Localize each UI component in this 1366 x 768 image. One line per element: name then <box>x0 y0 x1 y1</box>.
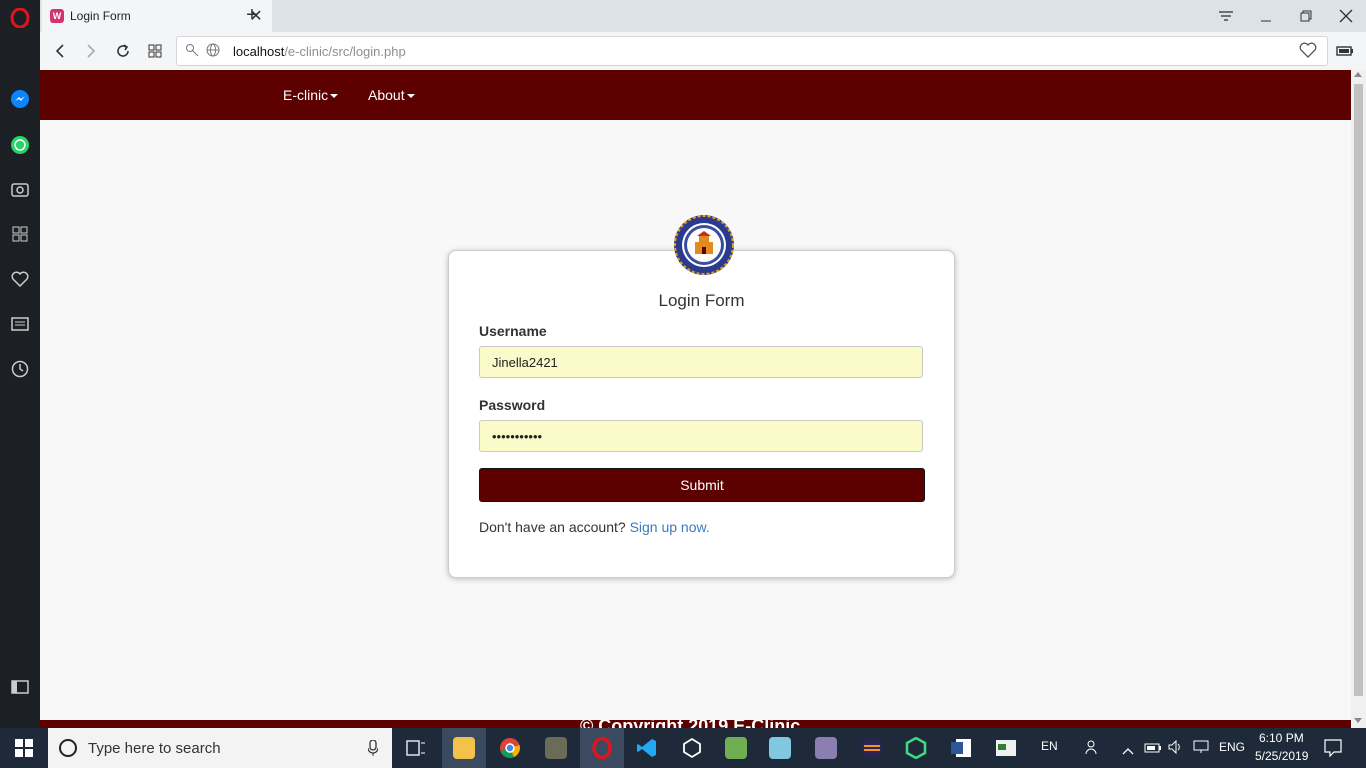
chevron-up-icon[interactable] <box>1122 742 1134 760</box>
battery-icon[interactable] <box>1144 741 1162 759</box>
url-host: localhost <box>233 43 285 59</box>
page-scrollbar[interactable] <box>1351 70 1366 728</box>
cortana-circle-icon <box>58 738 78 758</box>
microphone-icon[interactable] <box>367 739 379 761</box>
signup-prompt: Don't have an account? <box>479 519 626 535</box>
url-path: /e-clinic/src/login.php <box>284 43 406 59</box>
scroll-down-icon[interactable] <box>1354 718 1362 723</box>
clock-date[interactable]: 5/25/2019 <box>1255 749 1308 763</box>
form-title: Login Form <box>658 291 745 310</box>
messenger-icon[interactable] <box>10 89 30 109</box>
heart-icon[interactable] <box>10 269 30 289</box>
whatsapp-icon[interactable] <box>10 135 30 155</box>
restore-icon[interactable] <box>1286 0 1326 32</box>
word-icon[interactable] <box>939 728 983 768</box>
address-bar-row: localhost/e-clinic/src/login.php <box>40 32 1366 71</box>
tab-menu-icon[interactable] <box>1206 0 1246 32</box>
news-icon[interactable] <box>10 314 30 334</box>
opera-taskbar-icon[interactable] <box>580 728 624 768</box>
scroll-thumb[interactable] <box>1354 84 1363 696</box>
opera-sidebar <box>0 0 40 728</box>
nav-eclinic-label: E-clinic <box>283 87 329 103</box>
tool-app-icon[interactable] <box>804 728 848 768</box>
tab-login-form[interactable]: W Login Form ✕ <box>42 0 272 32</box>
input-lang[interactable]: ENG <box>1219 740 1245 754</box>
username-label: Username <box>479 323 547 339</box>
clock-time[interactable]: 6:10 PM <box>1259 731 1304 745</box>
caret-down-icon <box>406 94 415 99</box>
network-icon[interactable] <box>1193 740 1209 759</box>
nav-about-label: About <box>368 87 405 103</box>
unity-icon[interactable] <box>670 728 714 768</box>
nav-eclinic-dropdown[interactable]: E-clinic <box>283 87 339 103</box>
new-tab-button[interactable]: + <box>240 4 264 27</box>
site-favicon-icon: W <box>50 9 64 23</box>
back-icon[interactable] <box>49 40 71 62</box>
notifications-icon[interactable] <box>1324 739 1342 762</box>
eclipse-icon[interactable] <box>850 728 894 768</box>
battery-saver-icon[interactable] <box>1334 40 1356 62</box>
vscode-icon[interactable] <box>625 728 669 768</box>
task-view-icon[interactable] <box>394 728 438 768</box>
opera-logo-icon[interactable] <box>10 8 30 28</box>
close-window-icon[interactable] <box>1326 0 1366 32</box>
key-icon <box>185 43 199 62</box>
scroll-up-icon[interactable] <box>1354 72 1362 77</box>
clinic-logo-icon <box>674 215 734 275</box>
signup-link[interactable]: Sign up now. <box>630 519 710 535</box>
signup-row: Don't have an account? Sign up now. <box>479 519 710 535</box>
globe-icon <box>206 43 220 62</box>
web-page: E-clinic About Login Form Username Jinel… <box>40 70 1351 720</box>
username-input[interactable]: Jinella2421 <box>479 346 923 378</box>
login-card: Login Form Username Jinella2421 Password… <box>448 250 955 578</box>
bookmark-heart-icon[interactable] <box>1299 42 1317 63</box>
url-field[interactable]: localhost/e-clinic/src/login.php <box>176 36 1328 66</box>
reload-icon[interactable] <box>112 40 134 62</box>
password-label: Password <box>479 397 546 413</box>
history-icon[interactable] <box>10 359 30 379</box>
android-studio-icon[interactable] <box>894 728 938 768</box>
file-explorer-icon[interactable] <box>442 728 486 768</box>
people-icon[interactable] <box>1085 739 1101 760</box>
site-footer: © Copyright 2019 E-Clinic <box>40 720 1351 728</box>
submit-button[interactable]: Submit <box>479 468 925 502</box>
site-navbar: E-clinic About <box>40 70 1351 120</box>
tabs-grid-icon[interactable] <box>144 40 166 62</box>
nav-about-dropdown[interactable]: About <box>368 87 415 103</box>
minimize-icon[interactable] <box>1246 0 1286 32</box>
volume-icon[interactable] <box>1168 739 1184 759</box>
caret-down-icon <box>330 94 339 99</box>
tab-title: Login Form <box>70 9 131 23</box>
speed-dial-icon[interactable] <box>10 224 30 244</box>
input-lang-short[interactable]: EN <box>1041 739 1058 753</box>
chrome-icon[interactable] <box>488 728 532 768</box>
sidebar-toggle-icon[interactable] <box>10 677 30 697</box>
forward-icon[interactable] <box>80 40 102 62</box>
notepad-app-icon[interactable] <box>758 728 802 768</box>
taskbar-search-box[interactable]: Type here to search <box>48 728 392 768</box>
password-input[interactable]: ••••••••••• <box>479 420 923 452</box>
tab-strip: W Login Form ✕ + <box>40 0 1366 32</box>
window-app-icon[interactable] <box>984 728 1028 768</box>
windows-start-icon[interactable] <box>0 728 48 768</box>
footer-copyright: © Copyright 2019 E-Clinic <box>580 720 800 728</box>
game-app-icon[interactable] <box>534 728 578 768</box>
green-app-icon[interactable] <box>714 728 758 768</box>
windows-taskbar: Type here to search EN ENG 6:10 PM 5/25/… <box>0 728 1366 768</box>
search-placeholder: Type here to search <box>88 739 221 757</box>
camera-icon[interactable] <box>10 179 30 199</box>
